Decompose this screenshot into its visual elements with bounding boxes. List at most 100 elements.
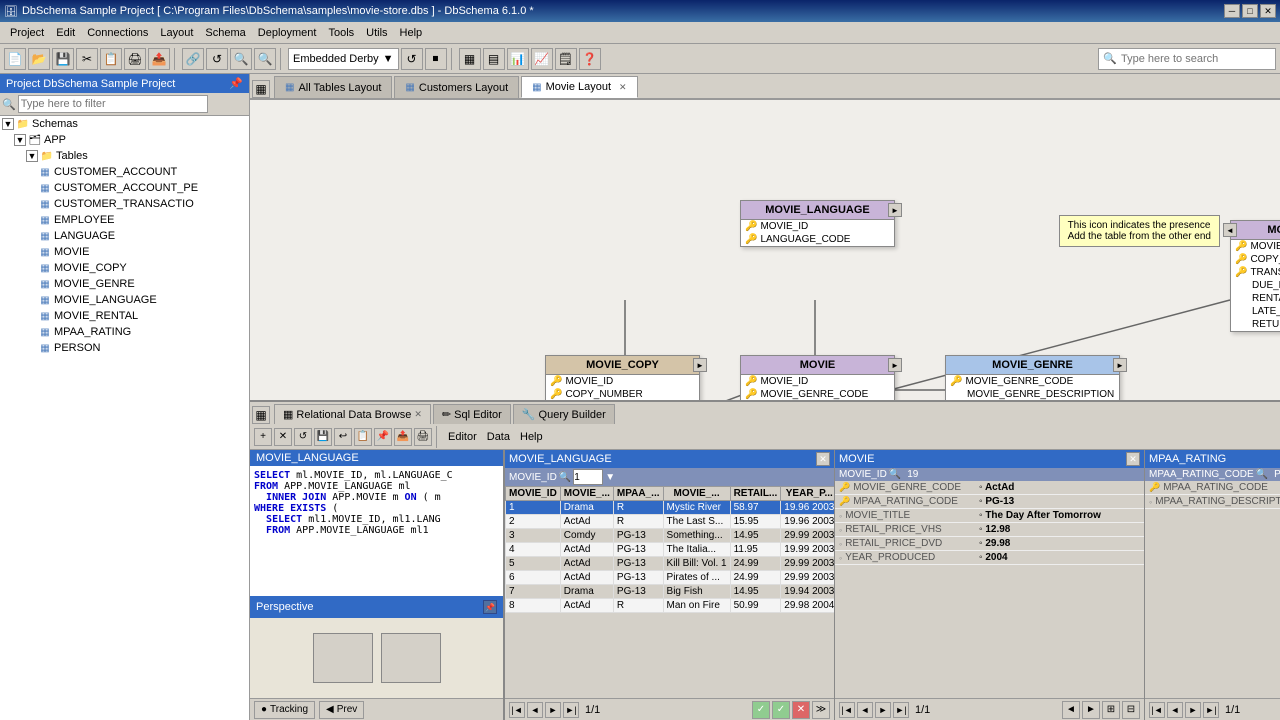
table-expand-button[interactable]: ►: [693, 358, 707, 372]
col-header[interactable]: MOVIE_...: [560, 487, 613, 501]
conn-button[interactable]: 🔗: [182, 48, 204, 70]
sidebar-item-customer-transaction[interactable]: ▦ CUSTOMER_TRANSACTIO: [36, 196, 249, 212]
col-header[interactable]: YEAR_P...: [781, 487, 834, 501]
diagram-table-movie[interactable]: MOVIE 🔑MOVIE_ID 🔑MOVIE_GENRE_CODE 🔑MPAA_…: [740, 355, 895, 400]
tab-movie[interactable]: ▦ Movie Layout ✕: [521, 76, 637, 98]
report-button[interactable]: 📊: [507, 48, 529, 70]
search-input[interactable]: [1121, 53, 1271, 65]
last-page-button[interactable]: ►|: [563, 702, 579, 718]
expand-schemas[interactable]: ▼: [2, 118, 14, 130]
print-button[interactable]: 🖨: [124, 48, 146, 70]
next-page-button[interactable]: ►: [1185, 702, 1201, 718]
menu-help[interactable]: Help: [394, 25, 429, 41]
zoom-out-button[interactable]: 🔍: [254, 48, 276, 70]
cut-button[interactable]: ✂: [76, 48, 98, 70]
more-button[interactable]: ≫: [812, 701, 830, 719]
expand-app[interactable]: ▼: [14, 134, 26, 146]
delete-row-button[interactable]: ✕: [274, 428, 292, 446]
nav-right-button[interactable]: ►: [1082, 701, 1100, 719]
table-expand-left-button[interactable]: ◄: [1223, 223, 1237, 237]
first-page-button[interactable]: |◄: [1149, 702, 1165, 718]
table-row[interactable]: 1 Drama R Mystic River 58.97 19.96 2003: [506, 501, 835, 515]
confirm-button[interactable]: ✓: [752, 701, 770, 719]
btab-sql[interactable]: ✏ Sql Editor: [433, 404, 511, 424]
prev-page-button[interactable]: ◄: [1167, 702, 1183, 718]
copy-data-button[interactable]: 📋: [354, 428, 372, 446]
sidebar-item-movie-genre[interactable]: ▦ MOVIE_GENRE: [36, 276, 249, 292]
diagram-table-movie-rental[interactable]: MOVIE_RENTAL 🔑MOVIE_ID 🔑COPY_NUMBER 🔑TRA…: [1230, 220, 1280, 332]
table-expand-button[interactable]: ►: [1113, 358, 1127, 372]
sidebar-item-customer-account-pe[interactable]: ▦ CUSTOMER_ACCOUNT_PE: [36, 180, 249, 196]
col-header[interactable]: RETAIL...: [730, 487, 781, 501]
zoom-in-button[interactable]: 🔍: [230, 48, 252, 70]
minimize-button[interactable]: ─: [1224, 4, 1240, 18]
sidebar-item-employee[interactable]: ▦ EMPLOYEE: [36, 212, 249, 228]
refresh-button[interactable]: ↺: [206, 48, 228, 70]
grid-scroll[interactable]: 🔑MPAA_RATING_CODE ◦ PG-13 ◦MPAA_RATING_D…: [1145, 481, 1280, 698]
table-button[interactable]: ▤: [483, 48, 505, 70]
confirm2-button[interactable]: ✓: [772, 701, 790, 719]
sidebar-item-movie[interactable]: ▦ MOVIE: [36, 244, 249, 260]
table-expand-button[interactable]: ►: [888, 203, 902, 217]
last-page-button[interactable]: ►|: [893, 702, 909, 718]
refresh-data-button[interactable]: ↺: [294, 428, 312, 446]
menu-connections[interactable]: Connections: [81, 25, 154, 41]
next-page-button[interactable]: ►: [875, 702, 891, 718]
collapse-grid-button[interactable]: ⊟: [1122, 701, 1140, 719]
sidebar-item-person[interactable]: ▦ PERSON: [36, 340, 249, 356]
tree-item-schemas[interactable]: ▼ 📁 Schemas: [0, 116, 249, 132]
first-page-button[interactable]: |◄: [509, 702, 525, 718]
menu-edit[interactable]: Edit: [50, 25, 81, 41]
sql-content[interactable]: SELECT ml.MOVIE_ID, ml.LANGUAGE_C FROM A…: [250, 466, 503, 596]
refresh2-button[interactable]: ↺: [401, 48, 423, 70]
menu-deployment[interactable]: Deployment: [252, 25, 323, 41]
add-row-button[interactable]: +: [254, 428, 272, 446]
prev-page-button[interactable]: ◄: [527, 702, 543, 718]
diagram-table-movie-genre[interactable]: MOVIE_GENRE 🔑MOVIE_GENRE_CODE MOVIE_GENR…: [945, 355, 1120, 400]
grid-scroll[interactable]: 🔑MOVIE_GENRE_CODE ◦ ActAd 🔑MPAA_RATING_C…: [835, 481, 1144, 698]
bottom-layout-button[interactable]: ▦: [252, 406, 270, 424]
col-header[interactable]: MOVIE_...: [663, 487, 730, 501]
sidebar-item-movie-copy[interactable]: ▦ MOVIE_COPY: [36, 260, 249, 276]
menu-tools[interactable]: Tools: [322, 25, 360, 41]
first-page-button[interactable]: |◄: [839, 702, 855, 718]
btab-relational[interactable]: ▦ Relational Data Browse ✕: [274, 404, 431, 424]
diagram[interactable]: MOVIE_LANGUAGE 🔑MOVIE_ID 🔑LANGUAGE_CODE …: [250, 100, 1280, 400]
sidebar-item-movie-language[interactable]: ▦ MOVIE_LANGUAGE: [36, 292, 249, 308]
filter-input[interactable]: [573, 469, 603, 485]
expand-tables[interactable]: ▼: [26, 150, 38, 162]
table-row[interactable]: 3 Comdy PG-13 Something... 14.95 29.99 2…: [506, 529, 835, 543]
tracking-button[interactable]: ● Tracking: [254, 701, 315, 719]
table-row[interactable]: 2 ActAd R The Last S... 15.95 19.96 2003: [506, 515, 835, 529]
table-row[interactable]: 4 ActAd PG-13 The Italia... 11.95 19.99 …: [506, 543, 835, 557]
open-button[interactable]: 📂: [28, 48, 50, 70]
db-dropdown[interactable]: Embedded Derby ▼: [288, 48, 399, 70]
diagram-table-movie-copy[interactable]: MOVIE_COPY 🔑MOVIE_ID 🔑COPY_NUMBER DATE_A…: [545, 355, 700, 400]
menu-layout[interactable]: Layout: [154, 25, 199, 41]
menu-schema[interactable]: Schema: [199, 25, 251, 41]
table-row[interactable]: 6 ActAd PG-13 Pirates of ... 24.99 29.99…: [506, 571, 835, 585]
sidebar-item-mpaa-rating[interactable]: ▦ MPAA_RATING: [36, 324, 249, 340]
tab-all-tables[interactable]: ▦ All Tables Layout: [274, 76, 392, 98]
save-data-button[interactable]: 💾: [314, 428, 332, 446]
table-row[interactable]: 5 ActAd PG-13 Kill Bill: Vol. 1 24.99 29…: [506, 557, 835, 571]
form-button[interactable]: 🗒: [555, 48, 577, 70]
prev-page-button[interactable]: ◄: [857, 702, 873, 718]
last-page-button[interactable]: ►|: [1203, 702, 1219, 718]
grid-close-button[interactable]: ✕: [816, 452, 830, 466]
undo-button[interactable]: ↩: [334, 428, 352, 446]
sidebar-item-movie-rental[interactable]: ▦ MOVIE_RENTAL: [36, 308, 249, 324]
stop-button[interactable]: ⏹: [425, 48, 447, 70]
menu-project[interactable]: Project: [4, 25, 50, 41]
layouts-button[interactable]: ▦: [252, 80, 270, 98]
cancel-button[interactable]: ✕: [792, 701, 810, 719]
print-data-button[interactable]: 🖨: [414, 428, 432, 446]
expand-grid-button[interactable]: ⊞: [1102, 701, 1120, 719]
close-button[interactable]: ✕: [1260, 4, 1276, 18]
sidebar-item-customer-account[interactable]: ▦ CUSTOMER_ACCOUNT: [36, 164, 249, 180]
table-row[interactable]: 8 ActAd R Man on Fire 50.99 29.98 2004: [506, 599, 835, 613]
nav-left-button[interactable]: ◄: [1062, 701, 1080, 719]
table-row[interactable]: 7 Drama PG-13 Big Fish 14.95 19.94 2003: [506, 585, 835, 599]
chart-button[interactable]: 📈: [531, 48, 553, 70]
menu-utils[interactable]: Utils: [360, 25, 393, 41]
